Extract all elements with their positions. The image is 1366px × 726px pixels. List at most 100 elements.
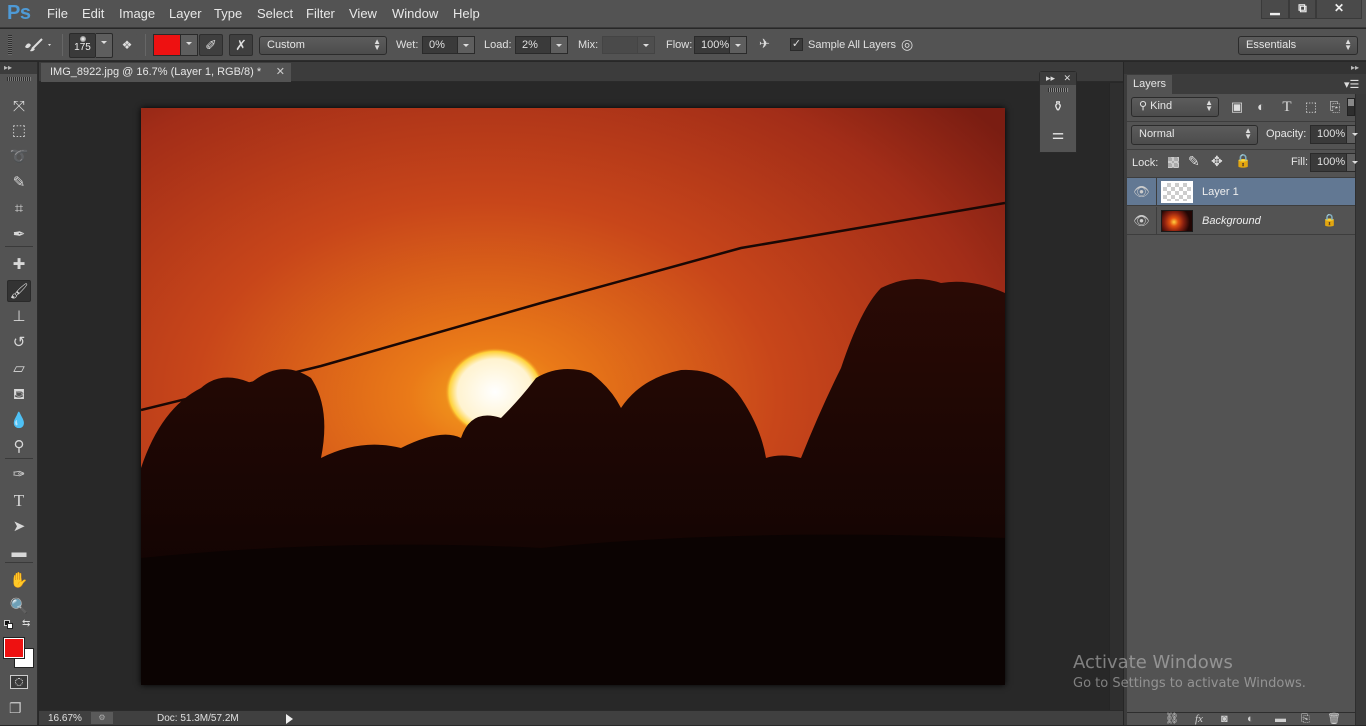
layer-filter-kind-select[interactable]: ⚲ Kind ▲ ▼ [1131, 97, 1219, 117]
document-tab[interactable]: IMG_8922.jpg @ 16.7% (Layer 1, RGB/8) * … [41, 63, 291, 82]
panel-scrollbar[interactable] [1355, 75, 1366, 725]
blend-mode-select[interactable]: Normal ▲ ▼ [1131, 125, 1258, 145]
filter-shape-icon[interactable]: ⬚ [1303, 99, 1319, 115]
filter-adjustment-icon[interactable]: ◐ [1253, 99, 1269, 115]
load-input[interactable]: 2% [515, 36, 551, 54]
path-selection-tool[interactable]: ➤ [7, 516, 31, 538]
mixer-brush-tool[interactable]: 🖌 [7, 280, 31, 302]
filter-toggle-switch[interactable] [1347, 98, 1355, 116]
fill-dropdown[interactable] [1347, 153, 1358, 172]
type-tool[interactable]: T [7, 490, 31, 512]
close-window-button[interactable]: ✕ [1316, 0, 1362, 19]
tool-preset-picker[interactable] [22, 35, 54, 55]
mini-panel-grip[interactable] [1048, 88, 1068, 92]
visibility-eye-icon[interactable]: 👁 [1127, 207, 1157, 235]
brush-size-dropdown[interactable] [96, 33, 113, 58]
marquee-tool[interactable]: ⬚ [7, 120, 31, 142]
menu-file[interactable]: File [47, 6, 68, 21]
brush-load-dropdown[interactable] [181, 34, 198, 56]
layer-row-layer-1[interactable]: 👁 Layer 1 [1127, 178, 1355, 206]
trash-icon[interactable]: 🗑 [1327, 713, 1341, 726]
airbrush-toggle[interactable]: ✈ [759, 36, 779, 54]
lock-all-icon[interactable]: 🔒 [1235, 153, 1251, 169]
lock-transparent-pixels-icon[interactable] [1168, 157, 1179, 168]
brush-presets-icon[interactable]: ⚱ [1046, 95, 1070, 117]
pressure-size-toggle[interactable]: ◎ [901, 36, 921, 54]
menu-layer[interactable]: Layer [169, 6, 202, 21]
options-bar-grip[interactable] [8, 35, 12, 55]
eyedropper-tool[interactable]: ✒ [7, 224, 31, 246]
wet-input[interactable]: 0% [422, 36, 458, 54]
menu-edit[interactable]: Edit [82, 6, 104, 21]
menu-type[interactable]: Type [214, 6, 242, 21]
zoom-level[interactable]: 16.67% [48, 713, 82, 724]
fill-input[interactable]: 100% [1310, 153, 1347, 172]
new-group-icon[interactable]: ▬ [1275, 713, 1286, 726]
visibility-eye-icon[interactable]: 👁 [1127, 178, 1157, 206]
load-brush-after-stroke-toggle[interactable]: ✐ [199, 34, 223, 56]
workspace-switcher[interactable]: Essentials ▲ ▼ [1238, 36, 1358, 55]
default-colors-button[interactable] [4, 620, 14, 630]
dodge-tool[interactable]: ⚲ [7, 436, 31, 458]
menu-window[interactable]: Window [392, 6, 438, 21]
lock-image-pixels-icon[interactable]: ✎ [1188, 153, 1200, 170]
load-dropdown[interactable] [551, 36, 568, 54]
menu-filter[interactable]: Filter [306, 6, 335, 21]
eraser-tool[interactable]: ▱ [7, 358, 31, 380]
opacity-dropdown[interactable] [1347, 125, 1358, 144]
link-layers-icon[interactable]: ⛓ [1165, 713, 1179, 726]
quick-selection-tool[interactable]: ✎ [7, 172, 31, 194]
wet-dropdown[interactable] [458, 36, 475, 54]
lasso-tool[interactable]: ➰ [7, 146, 31, 168]
sample-all-layers-checkbox[interactable]: ✓ [790, 38, 803, 51]
zoom-tool[interactable]: 🔍 [7, 596, 31, 618]
document-image[interactable] [141, 108, 1005, 685]
move-tool[interactable]: ⤧ [7, 96, 31, 118]
screen-mode-button[interactable]: ❐ [9, 700, 22, 717]
brush-size-picker[interactable]: 175 [69, 33, 96, 58]
canvas-scroll-strip[interactable] [1109, 83, 1123, 710]
blur-tool[interactable]: 💧 [7, 410, 31, 432]
hand-tool[interactable]: ✋ [7, 570, 31, 592]
status-menu-arrow-icon[interactable] [286, 714, 293, 724]
history-brush-tool[interactable]: ↺ [7, 332, 31, 354]
menu-help[interactable]: Help [453, 6, 480, 21]
mix-input[interactable] [602, 36, 638, 54]
filter-smart-object-icon[interactable]: ⎘ [1327, 99, 1343, 115]
menu-image[interactable]: Image [119, 6, 155, 21]
mini-panel-close-icon[interactable]: ✕ [1063, 72, 1071, 85]
clone-stamp-tool[interactable]: ⊥ [7, 306, 31, 328]
dock-collapse-button[interactable]: ▸▸ [1124, 62, 1366, 74]
rectangle-tool[interactable]: ▬ [7, 542, 31, 564]
crop-tool[interactable]: ⌗ [7, 198, 31, 220]
menu-select[interactable]: Select [257, 6, 293, 21]
lock-position-icon[interactable]: ✥ [1211, 153, 1223, 170]
clean-brush-after-stroke-toggle[interactable]: ✗ [229, 34, 253, 56]
restore-button[interactable]: ⧉ [1289, 0, 1316, 19]
panel-menu-icon[interactable]: ▾☰ [1344, 78, 1359, 91]
brush-settings-icon[interactable]: ⚌ [1046, 123, 1070, 145]
current-brush-load-swatch[interactable] [153, 34, 181, 56]
pen-tool[interactable]: ✑ [7, 464, 31, 486]
adjustment-layer-icon[interactable]: ◐ [1247, 713, 1254, 726]
flow-input[interactable]: 100% [694, 36, 730, 54]
quick-mask-button[interactable] [10, 675, 28, 689]
new-layer-icon[interactable]: ⎘ [1301, 713, 1310, 726]
swap-colors-button[interactable]: ⇆ [22, 618, 30, 629]
add-mask-icon[interactable]: ◙ [1221, 713, 1228, 726]
spot-healing-tool[interactable]: ✚ [7, 254, 31, 276]
layer-style-fx-icon[interactable]: fx [1195, 713, 1203, 726]
opacity-input[interactable]: 100% [1310, 125, 1347, 144]
flow-dropdown[interactable] [730, 36, 747, 54]
mix-dropdown[interactable] [638, 36, 655, 54]
toolbox-collapse-button[interactable]: ▸▸ [0, 62, 37, 74]
paint-bucket-tool[interactable]: ⛾ [7, 384, 31, 406]
menu-view[interactable]: View [349, 6, 377, 21]
brush-panel-toggle[interactable]: ❖ [116, 34, 138, 56]
layers-tab[interactable]: Layers [1127, 75, 1172, 94]
toolbox-grip[interactable] [7, 77, 31, 81]
blend-preset-select[interactable]: Custom ▲ ▼ [259, 36, 387, 55]
filter-type-icon[interactable]: T [1279, 99, 1295, 115]
filter-pixel-icon[interactable]: ▣ [1229, 99, 1245, 115]
minimize-button[interactable]: ▁ [1261, 0, 1289, 19]
